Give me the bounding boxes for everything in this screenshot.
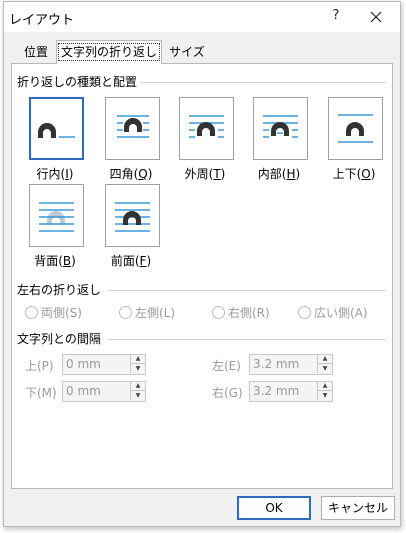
left-distance-input[interactable] [253, 356, 313, 372]
cancel-button[interactable]: キャンセル [321, 496, 395, 520]
bottom-distance-input[interactable] [66, 383, 126, 399]
wrap-option-square[interactable] [105, 97, 160, 160]
tab-size-label: サイズ [169, 45, 205, 59]
radio-circle [212, 306, 225, 319]
right-distance-spinner: ▲ ▼ [249, 381, 333, 402]
square-wrap-icon [117, 115, 149, 138]
left-distance-label: 左(E) [212, 359, 241, 373]
right-distance-label: 右(G) [212, 386, 243, 400]
tab-panel: 折り返しの種類と配置 行内(I) 四角(Q) 外周(T) 内部(H) 上下(O)… [11, 63, 393, 489]
wrap-option-tight[interactable] [179, 97, 234, 160]
radio-circle [25, 306, 38, 319]
wrap-option-inline-label: 行内(I) [36, 167, 74, 181]
tab-size[interactable]: サイズ [163, 42, 211, 62]
spin-down-icon[interactable]: ▼ [130, 364, 145, 373]
spin-up-icon[interactable]: ▲ [317, 355, 332, 364]
radio-circle [298, 306, 311, 319]
radio-left-side[interactable]: 左側(L) [119, 304, 175, 321]
through-wrap-icon [263, 115, 298, 138]
tab-text-wrapping-label: 文字列の折り返し [57, 43, 160, 61]
radio-right-side[interactable]: 右側(R) [212, 304, 270, 321]
close-icon[interactable] [366, 7, 386, 27]
top-bottom-wrap-icon [338, 114, 373, 143]
help-icon[interactable]: ? [329, 8, 343, 23]
spin-down-icon[interactable]: ▼ [317, 391, 332, 400]
spin-down-icon[interactable]: ▼ [317, 364, 332, 373]
wrap-option-square-label: 四角(Q) [109, 167, 153, 181]
top-distance-spinner: ▲ ▼ [62, 354, 146, 375]
radio-circle [119, 306, 132, 319]
bottom-distance-spinner: ▲ ▼ [62, 381, 146, 402]
tab-position-label: 位置 [23, 45, 48, 59]
inline-wrap-icon [38, 123, 75, 138]
radio-largest-side[interactable]: 広い側(A) [298, 304, 368, 321]
distance-section-title: 文字列との間隔 [17, 332, 101, 346]
tab-text-wrapping[interactable]: 文字列の折り返し [56, 40, 162, 64]
side-section-title: 左右の折り返し [17, 283, 102, 297]
in-front-of-text-icon [115, 202, 150, 232]
wrap-option-through-label: 内部(H) [257, 167, 301, 181]
spin-up-icon[interactable]: ▲ [130, 382, 145, 391]
title-bar: レイアウト ? [4, 2, 400, 32]
left-distance-spinner: ▲ ▼ [249, 354, 333, 375]
wrap-option-behind-label: 背面(B) [34, 254, 76, 268]
spin-up-icon[interactable]: ▲ [317, 382, 332, 391]
right-distance-input[interactable] [253, 383, 313, 399]
divider [108, 339, 386, 340]
bottom-distance-label: 下(M) [25, 386, 57, 400]
radio-both-sides-label: 両側(S) [41, 306, 82, 320]
wrap-section-title: 折り返しの種類と配置 [17, 75, 138, 89]
dialog-title: レイアウト [9, 13, 75, 28]
tight-wrap-icon [189, 115, 224, 138]
radio-left-side-label: 左側(L) [135, 306, 176, 320]
wrap-option-top-bottom[interactable] [328, 97, 383, 160]
spin-up-icon[interactable]: ▲ [130, 355, 145, 364]
wrap-option-through[interactable] [253, 97, 308, 160]
tab-position[interactable]: 位置 [14, 42, 58, 62]
wrap-option-in-front-label: 前面(F) [110, 254, 152, 268]
ok-button[interactable]: OK [237, 496, 311, 520]
wrap-option-tight-label: 外周(T) [184, 167, 226, 181]
behind-text-icon [39, 202, 74, 232]
layout-dialog: レイアウト ? 位置 文字列の折り返し サイズ 折り返しの種類と配置 行内(I)… [3, 1, 401, 527]
wrap-option-in-front[interactable] [105, 184, 160, 247]
wrap-option-behind[interactable] [29, 184, 84, 247]
top-distance-input[interactable] [66, 356, 126, 372]
radio-both-sides[interactable]: 両側(S) [25, 304, 82, 321]
top-distance-label: 上(P) [25, 359, 54, 373]
wrap-option-top-bottom-label: 上下(O) [332, 167, 376, 181]
divider [140, 82, 386, 83]
divider [108, 290, 386, 291]
wrap-option-inline[interactable] [29, 97, 84, 160]
radio-right-side-label: 右側(R) [228, 306, 270, 320]
radio-largest-side-label: 広い側(A) [314, 306, 368, 320]
spin-down-icon[interactable]: ▼ [130, 391, 145, 400]
